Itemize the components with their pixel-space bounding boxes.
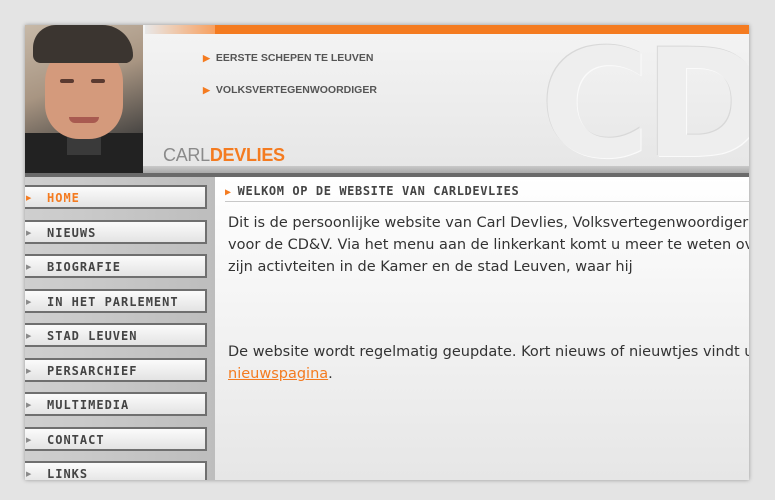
arrow-right-icon: ▶ bbox=[26, 298, 32, 306]
nav-item-persarchief[interactable]: ▶ PERSARCHIEF bbox=[25, 358, 207, 382]
main-content: ▶ WELKOM OP DE WEBSITE VAN CARLDEVLIES Di… bbox=[215, 177, 749, 480]
arrow-right-icon: ▶ bbox=[26, 436, 32, 444]
nieuwspagina-link[interactable]: nieuwspagina bbox=[228, 366, 328, 382]
tagline-volksvertegenwoordiger: ▶ VOLKSVERTEGENWOORDIGER bbox=[203, 84, 377, 96]
arrow-right-icon: ▶ bbox=[26, 229, 32, 237]
header-accent-fade bbox=[145, 25, 215, 34]
nav-item-home[interactable]: ▶ HOME bbox=[25, 185, 207, 209]
tagline-schepen: ▶ EERSTE SCHEPEN TE LEUVEN bbox=[203, 52, 374, 64]
arrow-right-icon: ▶ bbox=[26, 194, 32, 202]
nav-item-links[interactable]: ▶ LINKS bbox=[25, 461, 207, 480]
arrow-right-icon: ▶ bbox=[26, 401, 32, 409]
arrow-right-icon: ▶ bbox=[203, 85, 210, 95]
intro-line: voor de CD&V. Via het menu aan de linker… bbox=[228, 237, 749, 253]
arrow-right-icon: ▶ bbox=[26, 470, 32, 478]
title-divider bbox=[225, 201, 749, 202]
nav-item-stad-leuven[interactable]: ▶ STAD LEUVEN bbox=[25, 323, 207, 347]
nav-item-biografie[interactable]: ▶ BIOGRAFIE bbox=[25, 254, 207, 278]
nav-item-in-het-parlement[interactable]: ▶ IN HET PARLEMENT bbox=[25, 289, 207, 313]
arrow-right-icon: ▶ bbox=[203, 53, 210, 63]
intro-line: zijn activteiten in de Kamer en de stad … bbox=[228, 259, 633, 275]
page-title: ▶ WELKOM OP DE WEBSITE VAN CARLDEVLIES bbox=[225, 184, 520, 198]
arrow-right-icon: ▶ bbox=[26, 332, 32, 340]
arrow-right-icon: ▶ bbox=[26, 263, 32, 271]
intro-line: Dit is de persoonlijke website van Carl … bbox=[228, 215, 749, 231]
portrait-photo bbox=[25, 25, 143, 173]
nav-item-multimedia[interactable]: ▶ MULTIMEDIA bbox=[25, 392, 207, 416]
intro-paragraph: Dit is de persoonlijke website van Carl … bbox=[228, 212, 749, 278]
site-header: CD ▶ EERSTE SCHEPEN TE LEUVEN ▶ VOLKSVERTE… bbox=[25, 25, 749, 180]
nav-item-contact[interactable]: ▶ CONTACT bbox=[25, 427, 207, 451]
header-watermark: CD bbox=[540, 25, 749, 192]
site-frame: CD ▶ EERSTE SCHEPEN TE LEUVEN ▶ VOLKSVERTE… bbox=[25, 25, 749, 480]
site-logo-name[interactable]: CARLDEVLIES bbox=[163, 145, 285, 166]
arrow-right-icon: ▶ bbox=[225, 187, 232, 198]
nav-item-nieuws[interactable]: ▶ NIEUWS bbox=[25, 220, 207, 244]
update-line: De website wordt regelmatig geupdate. Ko… bbox=[228, 344, 749, 360]
arrow-right-icon: ▶ bbox=[26, 367, 32, 375]
header-divider bbox=[143, 166, 749, 173]
update-paragraph: De website wordt regelmatig geupdate. Ko… bbox=[228, 341, 749, 385]
update-line: nieuwspagina. bbox=[228, 366, 333, 382]
sidebar-nav: ▶ HOME ▶ NIEUWS ▶ BIOGRAFIE ▶ IN HET PARLEME… bbox=[25, 177, 215, 480]
